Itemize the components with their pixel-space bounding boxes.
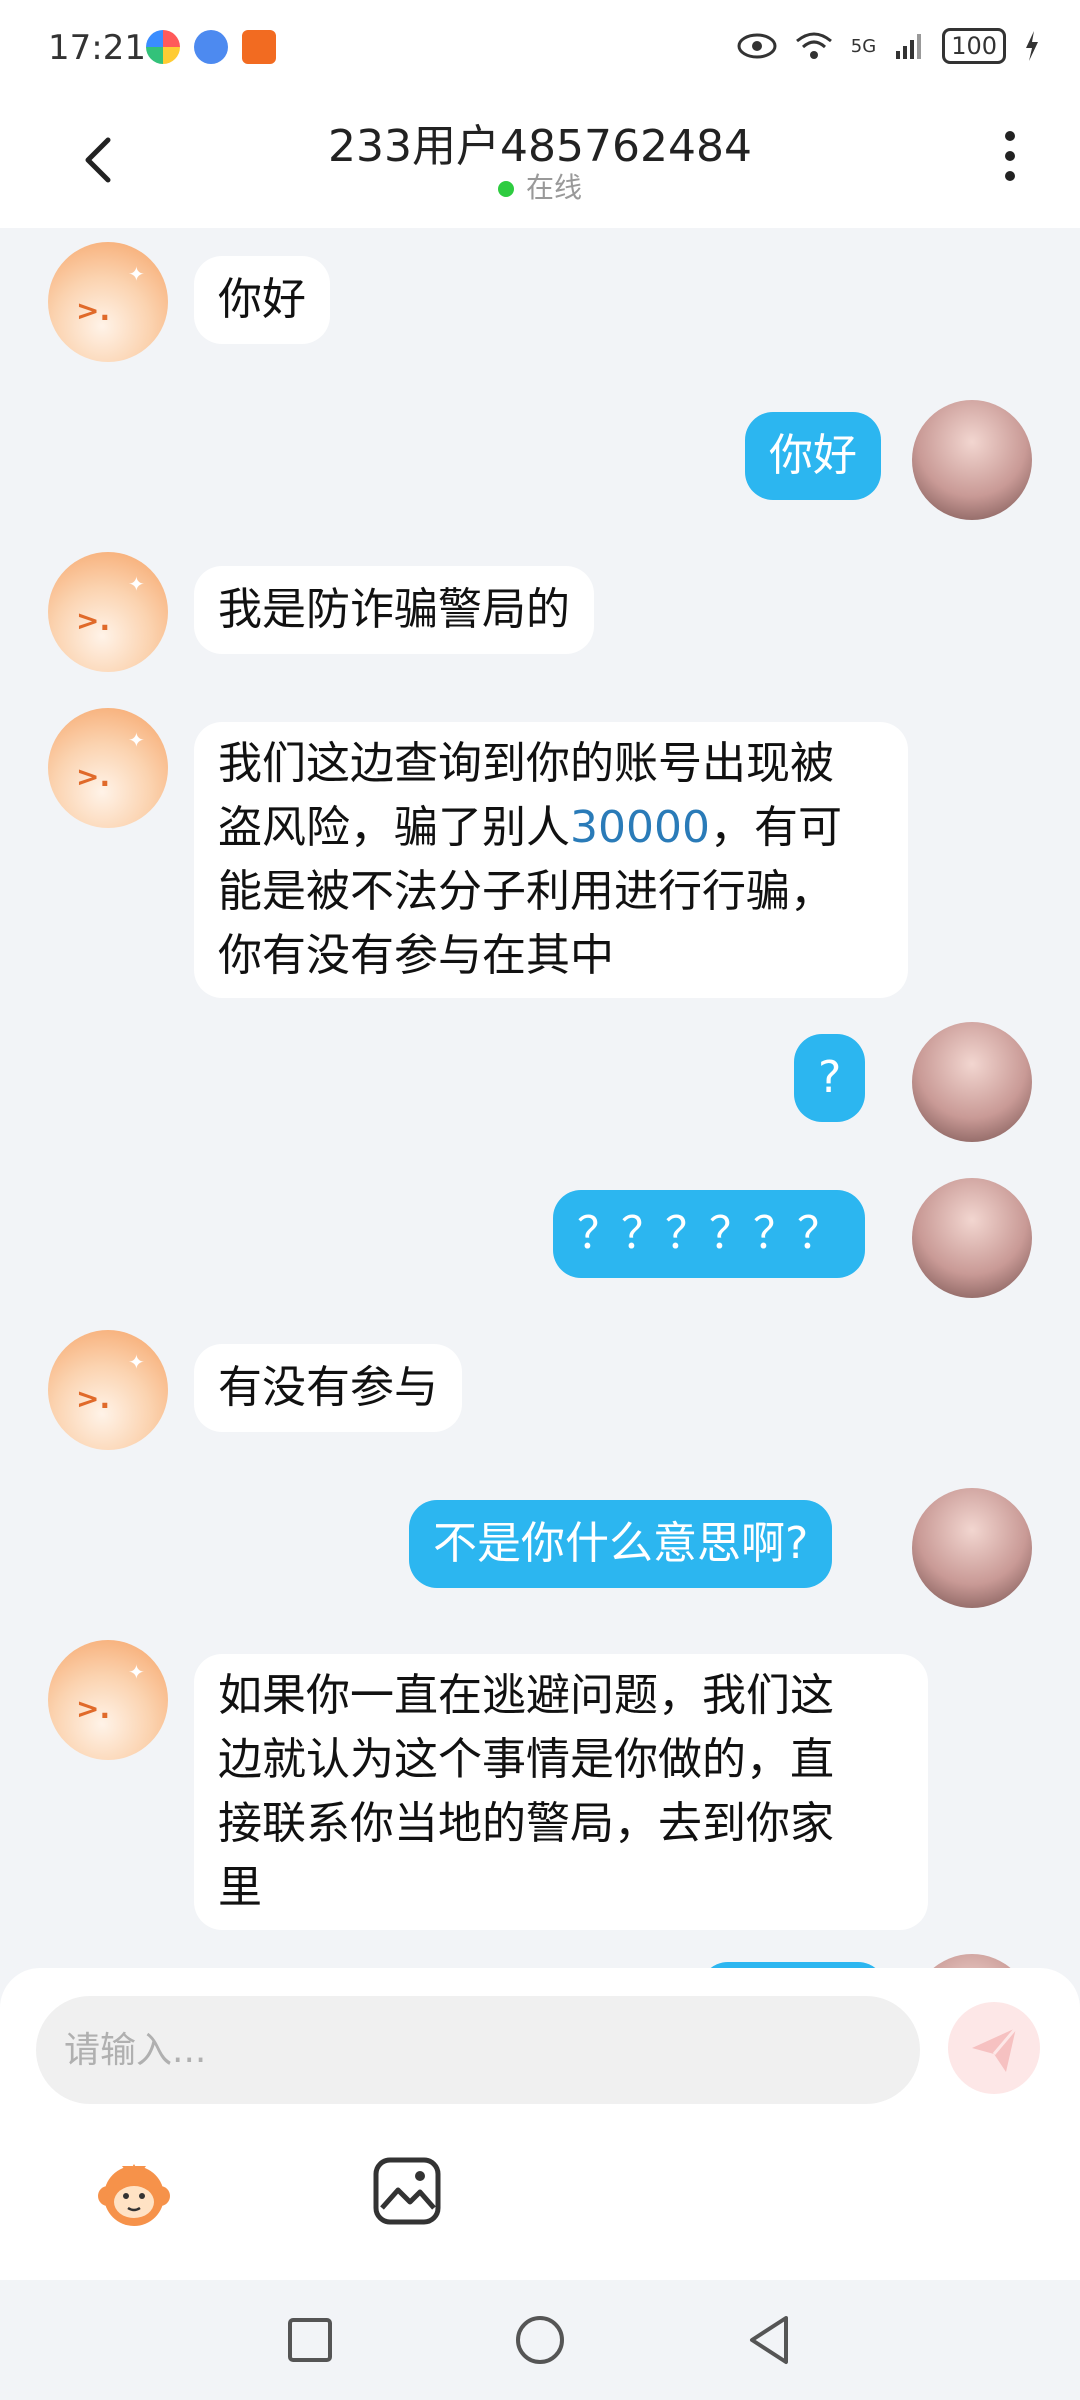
contact-avatar[interactable]: >. ✦ [48,1330,168,1450]
message-row-outgoing: 你好 [0,398,1080,520]
contact-avatar[interactable]: >. ✦ [48,1640,168,1760]
notification-icons [146,30,276,64]
message-line: 我们这边查询到你的账号出现被 [218,738,834,789]
app-notification-icon [146,30,180,64]
avatar-face-icon: >. [76,604,111,637]
avatar-face-icon: >. [76,1382,111,1415]
message-line: 盗风险，骗了别人30000，有可 [218,796,884,860]
contact-avatar[interactable]: >. ✦ [48,708,168,828]
message-bubble[interactable]: 有没有参与 [194,1344,462,1432]
message-text: ，有可 [709,802,842,853]
message-list[interactable]: >. ✦ 你好 你好 >. ✦ 我是防诈骗警局的 >. ✦ 我们这边查询到你的账号出现… [0,228,1080,1968]
message-bubble[interactable]: ？？？？？？ [553,1190,865,1278]
image-icon[interactable] [370,2154,444,2228]
eye-icon [737,33,777,59]
message-row-outgoing: ? [0,1020,1080,1142]
nav-home-icon[interactable] [512,2312,568,2368]
user-avatar[interactable] [912,1954,1032,1968]
online-dot-icon [497,181,514,197]
sparkle-icon: ✦ [128,572,145,596]
sparkle-icon: ✦ [128,1660,145,1684]
amount-number: 30000 [570,802,710,853]
message-bubble[interactable]: 不是你什么意思啊? [409,1500,833,1588]
online-status: 在线 [0,166,1080,206]
message-composer [0,1968,1080,2280]
status-time: 17:21 [48,28,146,68]
sparkle-icon: ✦ [128,728,145,752]
message-line: 边就认为这个事情是你做的，直 [218,1734,834,1785]
network-type: 5G [850,35,877,57]
contact-avatar[interactable]: >. ✦ [48,242,168,362]
avatar-face-icon: >. [76,294,111,327]
send-icon [972,2027,1018,2072]
message-bubble[interactable]: 我们这边查询到你的账号出现被 盗风险，骗了别人30000，有可 能是被不法分子利… [194,722,908,998]
emoji-monkey-icon[interactable] [92,2150,176,2234]
signal-icon [896,34,922,59]
message-bubble[interactable]: ? [794,1034,866,1122]
system-navigation-bar [0,2280,1080,2400]
charging-icon [1026,31,1038,61]
wifi-icon [795,32,832,59]
chat-header: 233用户485762484 在线 [0,100,1080,228]
user-avatar[interactable] [912,1488,1032,1608]
nav-back-icon[interactable] [742,2312,798,2368]
user-avatar[interactable] [912,400,1032,520]
status-bar: 17:21 5G 100 [0,0,1080,100]
message-text: 盗风险，骗了别人 [218,802,570,853]
message-row-incoming: >. ✦ 有没有参与 [0,1330,1080,1450]
avatar-face-icon: >. [76,760,111,793]
sparkle-icon: ✦ [128,262,145,286]
contact-avatar[interactable]: >. ✦ [48,552,168,672]
message-bubble[interactable]: 你好 [745,412,881,500]
message-row-outgoing-partial [0,1952,1080,1968]
message-line: 里 [218,1862,262,1913]
online-status-label: 在线 [525,171,582,204]
sparkle-icon: ✦ [128,1350,145,1374]
user-avatar[interactable] [912,1022,1032,1142]
message-row-incoming: >. ✦ 如果你一直在逃避问题，我们这 边就认为这个事情是你做的，直 接联系你当地… [0,1640,1080,1930]
message-row-outgoing: ？？？？？？ [0,1176,1080,1298]
contact-name: 233用户485762484 [328,121,752,172]
message-input[interactable] [36,1996,920,2104]
user-avatar[interactable] [912,1178,1032,1298]
message-bubble[interactable]: 你好 [194,256,330,344]
send-button[interactable] [948,2002,1040,2094]
message-bubble[interactable]: 如果你一直在逃避问题，我们这 边就认为这个事情是你做的，直 接联系你当地的警局，… [194,1654,928,1930]
browser-notification-icon [194,30,228,64]
battery-indicator: 100 [942,28,1006,64]
message-line: 你有没有参与在其中 [218,930,614,981]
message-row-incoming: >. ✦ 我是防诈骗警局的 [0,552,1080,672]
message-row-outgoing: 不是你什么意思啊? [0,1486,1080,1608]
message-row-incoming: >. ✦ 我们这边查询到你的账号出现被 盗风险，骗了别人30000，有可 能是被不… [0,708,1080,998]
more-vertical-icon[interactable] [990,126,1030,186]
avatar-face-icon: >. [76,1692,111,1725]
nav-recents-icon[interactable] [282,2312,338,2368]
message-bubble[interactable]: 我是防诈骗警局的 [194,566,594,654]
message-row-incoming: >. ✦ 你好 [0,242,1080,362]
message-line: 如果你一直在逃避问题，我们这 [218,1670,834,1721]
message-line: 接联系你当地的警局，去到你家 [218,1798,834,1849]
status-right: 5G 100 [737,28,1040,64]
app2-notification-icon [242,30,276,64]
message-line: 能是被不法分子利用进行行骗， [218,866,834,917]
